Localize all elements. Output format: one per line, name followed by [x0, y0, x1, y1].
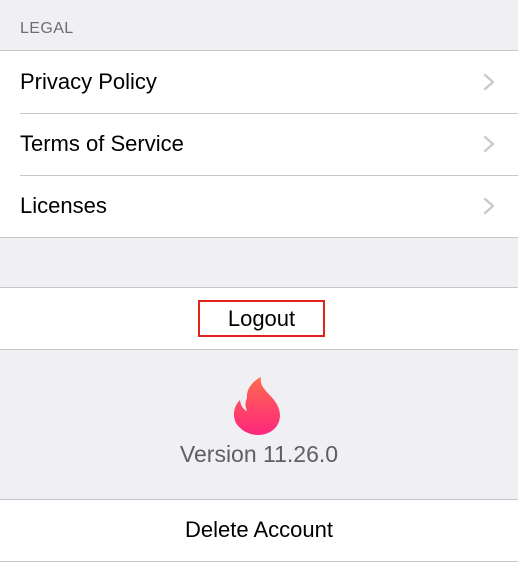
legal-section-header: LEGAL: [0, 0, 518, 50]
chevron-right-icon: [483, 197, 495, 215]
tinder-flame-icon: [233, 377, 280, 435]
legal-item-terms-of-service[interactable]: Terms of Service: [0, 113, 518, 175]
legal-item-label: Privacy Policy: [20, 69, 157, 94]
legal-item-label: Terms of Service: [20, 131, 184, 156]
delete-account-button[interactable]: Delete Account: [0, 517, 518, 543]
delete-account-row[interactable]: Delete Account: [0, 499, 518, 562]
legal-header-label: LEGAL: [20, 20, 74, 37]
app-version-label: Version 11.26.0: [179, 441, 339, 467]
legal-item-privacy-policy[interactable]: Privacy Policy: [0, 51, 518, 113]
legal-item-licenses[interactable]: Licenses: [0, 175, 518, 237]
legal-list: Privacy Policy Terms of Service Licenses: [0, 50, 518, 238]
logout-row: Logout: [0, 287, 518, 350]
logout-button[interactable]: Logout: [198, 300, 325, 337]
chevron-right-icon: [483, 135, 495, 153]
legal-item-label: Licenses: [20, 193, 107, 218]
chevron-right-icon: [483, 73, 495, 91]
